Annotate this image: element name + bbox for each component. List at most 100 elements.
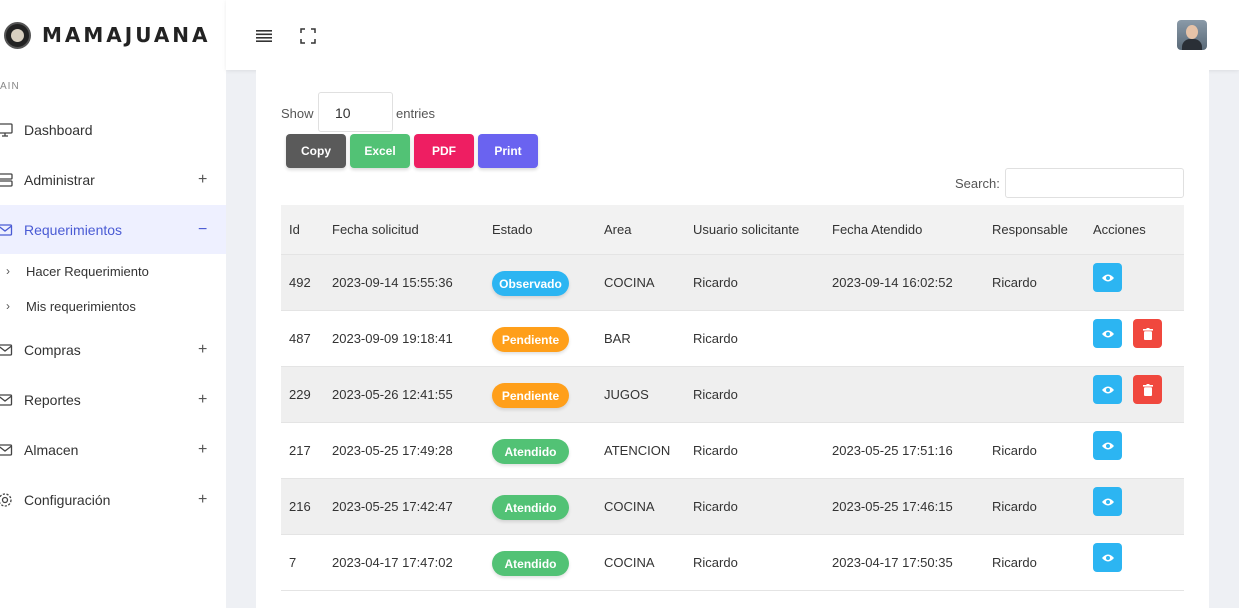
search-input[interactable]	[1005, 168, 1184, 198]
table-row: 217 2023-05-25 17:49:28 ATENCION Ricardo 202…	[281, 422, 1184, 478]
table-row: 492 2023-09-14 15:55:36 COCINA Ricardo 2023-…	[281, 254, 1184, 310]
cell-area: BAR	[604, 331, 631, 346]
status-badge: Atendido	[492, 495, 569, 520]
trash-icon	[1142, 383, 1153, 396]
entries-select[interactable]: 10	[318, 92, 393, 132]
table-row: 229 2023-05-26 12:41:55 JUGOS Ricardo Pendie…	[281, 366, 1184, 422]
brand-name: MAMAJUANA	[42, 23, 211, 47]
col-header-usuario[interactable]: Usuario solicitante	[693, 222, 799, 237]
sidebar-item-requerimientos[interactable]: Requerimientos −	[0, 205, 226, 254]
col-header-id[interactable]: Id	[289, 222, 300, 237]
excel-button[interactable]: Excel	[350, 134, 410, 168]
sidebar-item-label: Dashboard	[24, 122, 93, 138]
brand-logo	[4, 22, 31, 49]
col-header-estado[interactable]: Estado	[492, 222, 532, 237]
cell-area: COCINA	[604, 275, 655, 290]
server-icon	[0, 171, 14, 189]
print-button[interactable]: Print	[478, 134, 538, 168]
requerimientos-card: Show 10 entries Copy Excel PDF Print Sea…	[256, 70, 1209, 608]
cell-area: JUGOS	[604, 387, 649, 402]
col-header-acciones: Acciones	[1093, 222, 1146, 237]
sidebar-item-dashboard[interactable]: Dashboard	[0, 106, 226, 154]
cell-usuario: Ricardo	[693, 331, 738, 346]
cell-id: 487	[289, 331, 311, 346]
entries-label: entries	[396, 106, 436, 121]
brand[interactable]: MAMAJUANA	[0, 0, 226, 70]
col-header-area[interactable]: Area	[604, 222, 631, 237]
status-badge: Atendido	[492, 439, 569, 464]
cell-id: 217	[289, 443, 311, 458]
sidebar-item-label: Configuración	[24, 492, 111, 508]
cell-fecha-solicitud: 2023-05-25 17:49:28	[332, 443, 453, 458]
eye-icon	[1101, 554, 1114, 561]
top-header	[226, 0, 1239, 70]
cell-id: 492	[289, 275, 311, 290]
hamburger-menu-icon[interactable]	[256, 29, 272, 42]
col-header-fecha-solicitud[interactable]: Fecha solicitud	[332, 222, 419, 237]
eye-icon	[1101, 274, 1114, 281]
cell-area: COCINA	[604, 555, 655, 570]
search-label: Search:	[955, 176, 1000, 191]
cell-responsable: Ricardo	[992, 275, 1037, 290]
sidebar-subitem-label: Hacer Requerimiento	[26, 263, 149, 279]
cell-usuario: Ricardo	[693, 443, 738, 458]
delete-button[interactable]	[1133, 319, 1162, 348]
sidebar-section-title: AIN	[0, 81, 20, 92]
mail-icon	[0, 441, 14, 459]
cell-id: 7	[289, 555, 297, 570]
sidebar-subitem-mis-requerimientos[interactable]: › Mis requerimientos	[0, 291, 226, 321]
cell-usuario: Ricardo	[693, 275, 738, 290]
sidebar-item-label: Administrar	[24, 172, 95, 188]
col-header-fecha-atendido[interactable]: Fecha Atendido	[832, 222, 922, 237]
status-badge: Atendido	[492, 551, 569, 576]
cell-area: COCINA	[604, 499, 655, 514]
mail-icon	[0, 391, 14, 409]
view-button[interactable]	[1093, 263, 1122, 292]
copy-button[interactable]: Copy	[286, 134, 346, 168]
view-button[interactable]	[1093, 487, 1122, 516]
cell-fecha-atendido: 2023-09-14 16:02:52	[832, 275, 953, 290]
table-row: 487 2023-09-09 19:18:41 BAR Ricardo Pendient…	[281, 310, 1184, 366]
pdf-button[interactable]: PDF	[414, 134, 474, 168]
col-header-responsable[interactable]: Responsable	[992, 222, 1068, 237]
cell-fecha-solicitud: 2023-04-17 17:47:02	[332, 555, 453, 570]
view-button[interactable]	[1093, 319, 1122, 348]
table-bottom-divider	[281, 590, 1184, 591]
chevron-right-icon: ›	[6, 299, 10, 313]
cell-fecha-solicitud: 2023-09-09 19:18:41	[332, 331, 453, 346]
cell-id: 216	[289, 499, 311, 514]
cell-fecha-solicitud: 2023-09-14 15:55:36	[332, 275, 453, 290]
sidebar-item-label: Reportes	[24, 392, 81, 408]
sidebar-item-configuracion[interactable]: Configuración +	[0, 476, 226, 524]
table-header: Id Fecha solicitud Estado Area Usuario s…	[281, 205, 1184, 254]
plus-icon: +	[198, 491, 208, 508]
cell-usuario: Ricardo	[693, 499, 738, 514]
sidebar-subitem-label: Mis requerimientos	[26, 298, 136, 314]
view-button[interactable]	[1093, 431, 1122, 460]
sidebar-item-compras[interactable]: Compras +	[0, 326, 226, 374]
cell-responsable: Ricardo	[992, 443, 1037, 458]
avatar[interactable]	[1177, 20, 1207, 50]
delete-button[interactable]	[1133, 375, 1162, 404]
sidebar-item-reportes[interactable]: Reportes +	[0, 376, 226, 424]
view-button[interactable]	[1093, 543, 1122, 572]
cell-fecha-atendido: 2023-05-25 17:46:15	[832, 499, 953, 514]
sidebar-item-label: Compras	[24, 342, 81, 358]
sidebar-subitem-hacer-requerimiento[interactable]: › Hacer Requerimiento	[0, 256, 226, 286]
status-badge: Pendiente	[492, 327, 569, 352]
cell-responsable: Ricardo	[992, 499, 1037, 514]
cell-responsable: Ricardo	[992, 555, 1037, 570]
sidebar: MAMAJUANA AIN Dashboard Administrar + Re…	[0, 0, 226, 608]
view-button[interactable]	[1093, 375, 1122, 404]
trash-icon	[1142, 327, 1153, 340]
chevron-right-icon: ›	[6, 264, 10, 278]
gear-icon	[0, 491, 14, 509]
sidebar-item-administrar[interactable]: Administrar +	[0, 156, 226, 204]
fullscreen-icon[interactable]	[300, 28, 316, 44]
cell-usuario: Ricardo	[693, 555, 738, 570]
eye-icon	[1101, 386, 1114, 393]
show-label: Show	[281, 106, 314, 121]
cell-id: 229	[289, 387, 311, 402]
sidebar-item-almacen[interactable]: Almacen +	[0, 426, 226, 474]
cell-fecha-atendido: 2023-05-25 17:51:16	[832, 443, 953, 458]
